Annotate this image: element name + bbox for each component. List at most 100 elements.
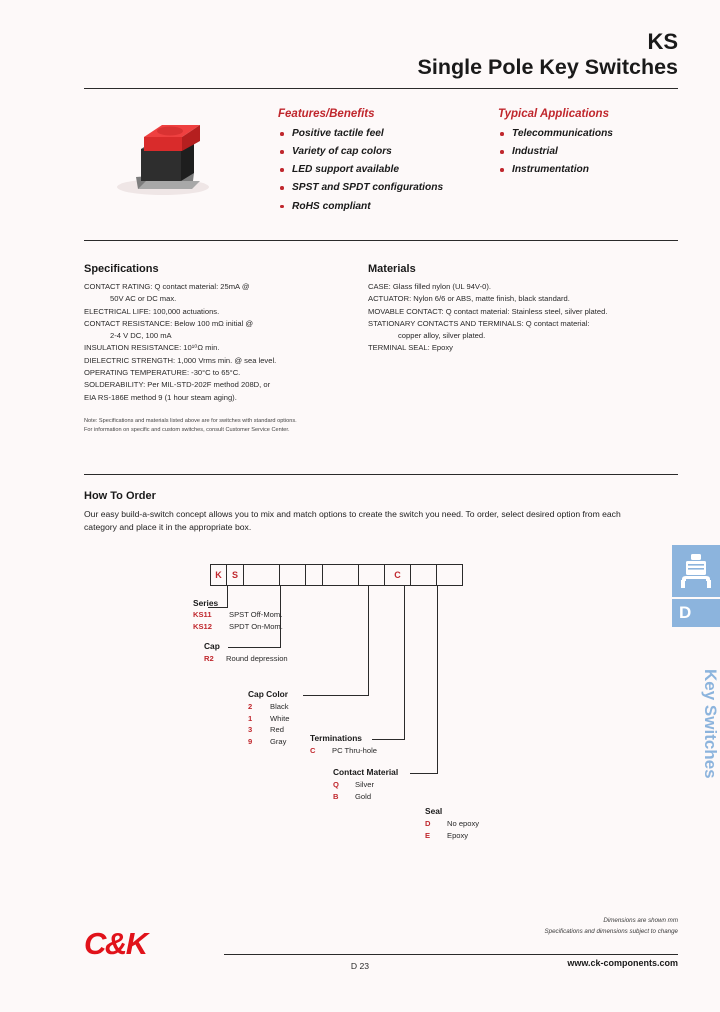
option-code: E (425, 830, 431, 840)
side-tab-label: Key Switches (701, 669, 720, 779)
bullet-dot-icon (500, 168, 504, 172)
leader-line-terminations (404, 586, 406, 740)
ck-logo: C&K (84, 926, 148, 961)
pn-cell-terminations[interactable]: C (385, 564, 411, 586)
bullet-dot-icon (500, 150, 504, 154)
features-heading: Features/Benefits (278, 108, 375, 120)
footer-disclaimer: Dimensions are shown mm Specifications a… (545, 916, 678, 938)
option-row-contact-material: Q Silver (333, 779, 398, 791)
option-code: Q (333, 780, 339, 789)
option-code: 2 (248, 702, 253, 711)
feature-item: SPST and SPDT configurations (278, 179, 493, 197)
option-desc: Epoxy (447, 830, 469, 840)
applications-column: Typical Applications Telecommunications … (498, 108, 683, 179)
feature-label: LED support available (292, 164, 399, 176)
feature-label: RoHS compliant (292, 200, 371, 212)
option-desc: SPST Off-Mom. (229, 610, 283, 619)
option-code: 1 (248, 713, 253, 723)
key-switch-glyph-icon (681, 554, 711, 588)
pn-cell-contact-material[interactable] (411, 564, 437, 586)
option-group-cap: Cap R2 Round depression (204, 641, 288, 665)
option-desc: SPDT On-Mom. (229, 621, 283, 631)
option-group-contact-material: Contact Material Q Silver B Gold (333, 767, 398, 802)
spec-line: CONTACT RESISTANCE: Below 100 mΩ initial… (84, 318, 254, 328)
company-url[interactable]: www.ck-components.com (567, 958, 678, 968)
leader-line-contact-material (410, 773, 438, 775)
series-code: KS (647, 29, 678, 54)
footer-note-line: Specifications and dimensions subject to… (544, 927, 678, 935)
application-label: Instrumentation (512, 164, 589, 176)
feature-item: LED support available (278, 161, 493, 179)
option-code: B (333, 791, 339, 801)
feature-label: Positive tactile feel (292, 128, 384, 139)
material-line: copper alloy, silver plated. (398, 331, 486, 341)
option-group-series: Series KS11 SPST Off-Mom. KS12 SPDT On-M… (193, 598, 283, 633)
pn-cell-series-3[interactable] (244, 564, 280, 586)
leader-line-contact-material (437, 586, 439, 774)
pn-cell-blank[interactable] (359, 564, 385, 586)
feature-label: SPST and SPDT configurations (292, 182, 444, 194)
option-row-contact-material: B Gold (333, 791, 398, 803)
feature-item: RoHS compliant (278, 198, 493, 216)
note-line: Note: Specifications and materials liste… (84, 417, 297, 424)
option-code: R2 (204, 654, 214, 663)
option-desc: Gold (355, 791, 372, 801)
pn-cell-series-2[interactable]: S (227, 564, 244, 586)
features-section: Features/Benefits Positive tactile feel … (84, 103, 678, 233)
option-title-seal: Seal (425, 806, 443, 816)
leader-line-cap-color (303, 695, 369, 697)
section-letter: D (672, 599, 720, 627)
option-row-cap-color: 1 White (248, 713, 289, 725)
how-to-order-heading: How To Order (84, 490, 156, 502)
bullet-dot-icon (280, 168, 284, 172)
applications-list: Telecommunications Industrial Instrument… (498, 125, 683, 179)
option-desc: White (270, 713, 290, 723)
specifications-note: Note: Specifications and materials liste… (84, 417, 334, 435)
application-item: Industrial (498, 143, 683, 161)
option-title-series: Series (193, 598, 219, 608)
page-header: KS Single Pole Key Switches (0, 30, 720, 80)
material-line: MOVABLE CONTACT: Q contact material: Sta… (368, 306, 608, 316)
option-row-cap: R2 Round depression (204, 653, 288, 665)
spec-line: EIA RS-186E method 9 (1 hour steam aging… (84, 392, 237, 402)
pn-cell-cap-color[interactable] (323, 564, 359, 586)
side-tab[interactable]: D Key Switches (672, 545, 720, 779)
note-line: For information on specific and custom s… (84, 426, 290, 433)
option-title-contact-material: Contact Material (333, 767, 399, 777)
how-to-order-intro: Our easy build-a-switch concept allows y… (84, 509, 621, 532)
header-divider (84, 88, 678, 89)
option-group-terminations: Terminations C PC Thru-hole (310, 733, 377, 757)
spec-line: SOLDERABILITY: Per MIL-STD-202F method 2… (84, 380, 271, 390)
option-desc: Gray (270, 736, 287, 746)
datasheet-page: KS Single Pole Key Switches Features/Ben… (0, 0, 720, 1012)
pn-cell-series-1[interactable]: K (210, 564, 227, 586)
option-row-series: KS11 SPST Off-Mom. (193, 609, 283, 621)
footer-note-line: Dimensions are shown mm (603, 917, 678, 924)
part-number-boxes: K S C (210, 564, 463, 586)
spec-line: 50V AC or DC max. (110, 294, 177, 304)
bullet-dot-icon (280, 186, 284, 190)
bullet-dot-icon (280, 132, 284, 136)
feature-label: Variety of cap colors (292, 146, 392, 158)
footer-divider (224, 954, 678, 955)
bullet-dot-icon (280, 204, 284, 209)
application-item: Instrumentation (498, 161, 683, 179)
option-row-terminations: C PC Thru-hole (310, 745, 377, 757)
features-column: Features/Benefits Positive tactile feel … (278, 108, 493, 216)
option-row-seal: D No epoxy (425, 818, 479, 830)
option-row-seal: E Epoxy (425, 830, 479, 842)
pn-cell-seal[interactable] (437, 564, 463, 586)
material-line: STATIONARY CONTACTS AND TERMINALS: Q con… (368, 318, 590, 328)
bullet-dot-icon (500, 132, 504, 136)
page-title: Single Pole Key Switches (417, 55, 678, 80)
pn-cell-cap[interactable] (280, 564, 306, 586)
pn-cell-cap-2[interactable] (306, 564, 323, 586)
spec-line: DIELECTRIC STRENGTH: 1,000 Vrms min. @ s… (84, 355, 277, 365)
option-row-series: KS12 SPDT On-Mom. (193, 621, 283, 633)
feature-item: Positive tactile feel (278, 125, 493, 143)
specifications-section: Specifications CONTACT RATING: Q contact… (84, 263, 334, 435)
option-code: KS12 (193, 621, 212, 631)
option-code: 3 (248, 725, 253, 735)
specifications-heading: Specifications (84, 263, 159, 275)
option-code: 9 (248, 736, 253, 746)
